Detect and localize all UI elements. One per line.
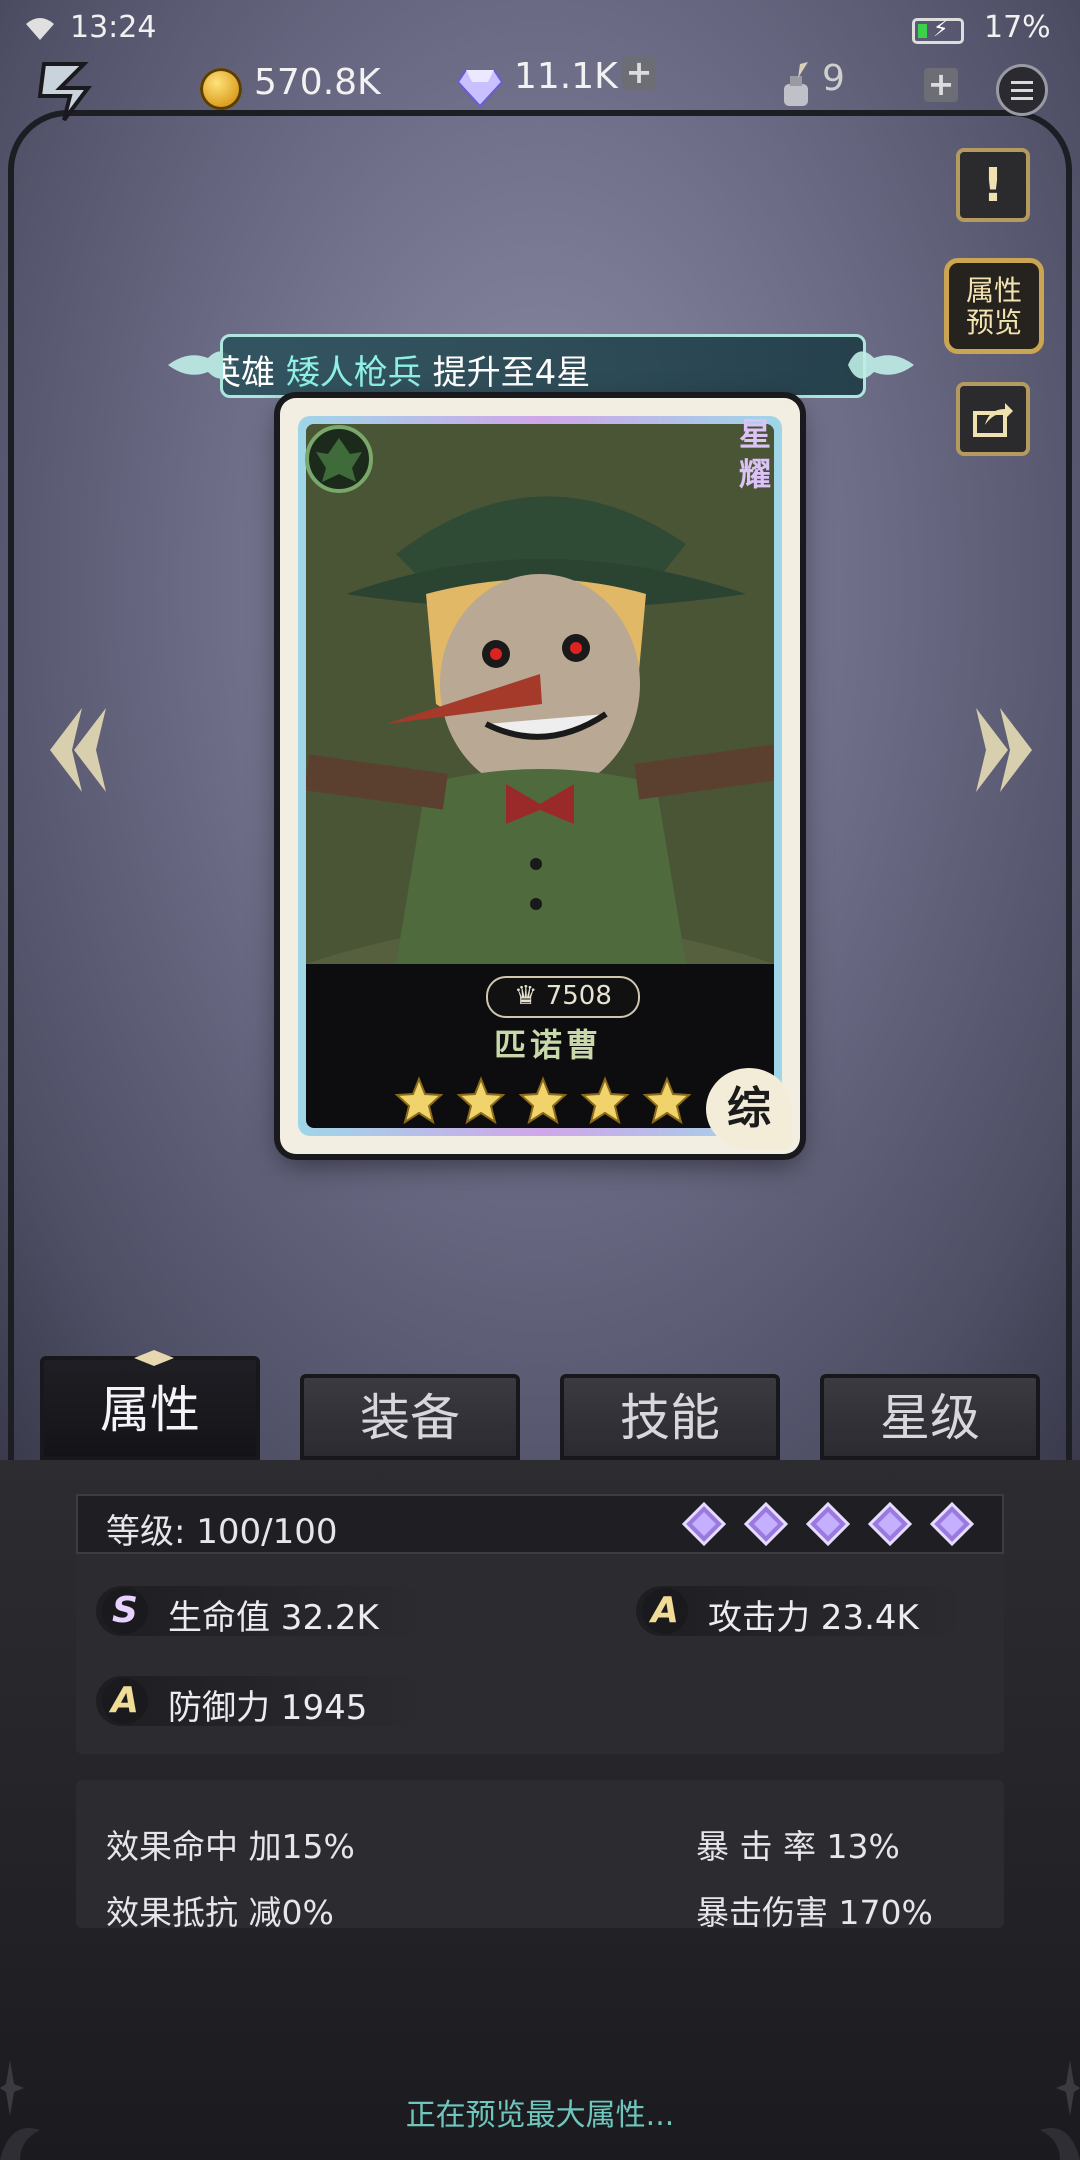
combat-power: ♛ 7508 xyxy=(486,976,640,1018)
crown-icon: ♛ xyxy=(514,981,538,1011)
level-label: 等级: 100/100 xyxy=(106,1512,338,1552)
next-hero-arrow-icon[interactable] xyxy=(970,700,1040,800)
previous-hero-arrow-icon[interactable] xyxy=(42,700,112,800)
attr-preview-label-1: 属性 xyxy=(965,274,1022,307)
level-row: 等级: 100/100 xyxy=(76,1494,1004,1554)
ink-amount: 9 xyxy=(822,58,845,99)
gold-coin-icon xyxy=(200,68,242,110)
corner-ornament-left xyxy=(0,2060,40,2160)
purple-gem-icon xyxy=(930,1502,974,1546)
stat-attack-text: 攻击力 23.4K xyxy=(708,1598,919,1638)
purple-gem-icon xyxy=(806,1502,850,1546)
banner-suffix: 提升至4星 xyxy=(432,353,591,393)
wifi-icon xyxy=(26,18,54,40)
preview-note: 正在预览最大属性... xyxy=(405,2098,675,2133)
star-icon xyxy=(642,1076,692,1125)
banner-prefix: 英雄 xyxy=(223,353,275,393)
tab-skills-label: 技能 xyxy=(620,1389,720,1447)
diamond-icon xyxy=(458,69,502,108)
main-stats: S 生命值 32.2K A 攻击力 23.4K A 防御力 1945 xyxy=(76,1554,1004,1754)
tab-star-level[interactable]: 星级 xyxy=(820,1374,1040,1460)
status-bar: 13:24 ⚡ 17% xyxy=(0,0,1080,60)
tab-attributes-label: 属性 xyxy=(100,1381,200,1439)
share-icon xyxy=(973,403,1013,437)
hero-portrait: ♛ 7508 匹诺曹 xyxy=(306,424,774,1128)
hero-illustration xyxy=(306,424,774,964)
purple-gem-icon xyxy=(744,1502,788,1546)
crit-rate: 暴 击 率 13% xyxy=(696,1827,900,1866)
gold-amount: 570.8K xyxy=(254,62,381,103)
battery-icon: ⚡ xyxy=(912,17,964,44)
rarity-tag: 星耀 xyxy=(738,415,771,493)
tab-equipment-label: 装备 xyxy=(360,1389,460,1447)
add-diamond-button[interactable]: + xyxy=(622,56,656,90)
tab-bar: 属性 装备 技能 星级 xyxy=(0,1350,1080,1460)
ink-bottle-icon xyxy=(784,62,808,106)
purple-gem-icon xyxy=(868,1502,912,1546)
rank-badge: A xyxy=(642,1588,688,1634)
hero-type-badge: 综 xyxy=(706,1068,792,1150)
tab-equipment[interactable]: 装备 xyxy=(300,1374,520,1460)
secondary-stats: 效果命中 加15% 暴 击 率 13% 效果抵抗 减0% 暴击伤害 170% xyxy=(76,1780,1004,1932)
upgrade-banner: 英雄 矮人枪兵 提升至4星 xyxy=(220,334,866,398)
battery-percent: 17% xyxy=(984,10,1051,45)
corner-ornament-right xyxy=(1040,2060,1080,2160)
diamond-amount: 11.1K xyxy=(514,56,618,97)
attribute-preview-button[interactable]: 属性 预览 xyxy=(944,258,1044,354)
star-icon xyxy=(580,1076,630,1125)
rank-badge: S xyxy=(102,1588,148,1634)
clock: 13:24 xyxy=(70,10,157,45)
star-icon xyxy=(456,1076,506,1125)
tab-attributes[interactable]: 属性 xyxy=(40,1350,260,1460)
effect-hit: 效果命中 加15% xyxy=(106,1827,355,1866)
stat-defense-text: 防御力 1945 xyxy=(168,1688,368,1728)
banner-hero-class: 矮人枪兵 xyxy=(285,353,422,393)
hero-name: 匹诺曹 xyxy=(493,1026,602,1064)
star-icon xyxy=(518,1076,568,1125)
currency-bar: 570.8K 11.1K + 9 + xyxy=(0,56,1080,130)
share-button[interactable] xyxy=(956,382,1030,456)
stat-hp-text: 生命值 32.2K xyxy=(168,1598,379,1638)
rank-badge: A xyxy=(102,1678,148,1724)
banner-ornament-right xyxy=(848,351,914,379)
hero-card[interactable]: ♛ 7508 匹诺曹 xyxy=(280,398,800,1154)
attr-preview-label-2: 预览 xyxy=(965,306,1022,339)
effect-resist: 效果抵抗 减0% xyxy=(106,1893,334,1932)
faction-emblem-icon xyxy=(305,425,373,493)
combat-power-value: 7508 xyxy=(545,981,612,1011)
purple-gem-icon xyxy=(682,1502,726,1546)
crit-damage: 暴击伤害 170% xyxy=(696,1893,933,1932)
back-arrow-icon[interactable] xyxy=(30,58,100,124)
star-icon xyxy=(394,1076,444,1125)
add-ink-button[interactable]: + xyxy=(924,68,958,102)
tab-skills[interactable]: 技能 xyxy=(560,1374,780,1460)
menu-button[interactable] xyxy=(996,64,1048,116)
tab-star-level-label: 星级 xyxy=(880,1389,980,1447)
notice-button[interactable]: ! xyxy=(956,148,1030,222)
